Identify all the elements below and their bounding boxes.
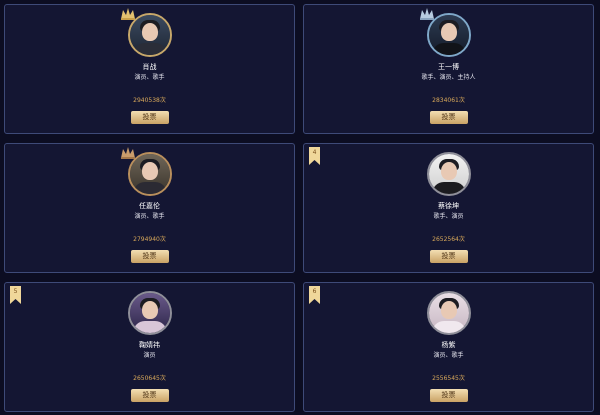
ranking-grid: 肖战 演员、歌手 2940538次 投票 王一博 歌手、演员、主持人 28340… [0,0,600,415]
vote-button[interactable]: 投票 [130,389,169,402]
rank-number: 4 [312,149,317,156]
celebrity-card: 王一博 歌手、演员、主持人 2834061次 投票 [303,4,594,134]
vote-button[interactable]: 投票 [130,250,169,263]
celebrity-name: 王一博 [438,63,459,71]
avatar[interactable] [127,152,172,196]
celebrity-roles: 演员、歌手 [134,74,165,81]
celebrity-name: 鞠婧祎 [139,341,160,349]
celebrity-name: 蔡徐坤 [438,202,459,210]
celebrity-card: 肖战 演员、歌手 2940538次 投票 [4,4,295,134]
vote-button[interactable]: 投票 [429,389,468,402]
avatar[interactable] [426,13,471,57]
avatar[interactable] [426,152,471,196]
vote-count: 2650645次 [133,375,166,382]
rank-number: 5 [13,288,18,295]
vote-button[interactable]: 投票 [429,250,468,263]
celebrity-card: 4 蔡徐坤 歌手、演员 2652564次 投票 [303,143,594,273]
celebrity-card: 6 杨紫 演员、歌手 2556545次 投票 [303,282,594,412]
celebrity-roles: 歌手、演员 [433,213,464,220]
celebrity-roles: 演员 [143,352,156,359]
avatar[interactable] [426,291,471,335]
rank-number: 6 [312,288,317,295]
vote-count: 2940538次 [133,97,166,104]
vote-button[interactable]: 投票 [429,111,468,124]
rank-badge: 6 [309,286,320,304]
vote-count: 2652564次 [432,236,465,243]
vote-count: 2834061次 [432,97,465,104]
rank-badge: 5 [10,286,21,304]
avatar[interactable] [127,291,172,335]
vote-button[interactable]: 投票 [130,111,169,124]
celebrity-roles: 歌手、演员、主持人 [421,74,476,81]
celebrity-name: 任嘉伦 [139,202,160,210]
celebrity-name: 杨紫 [441,341,456,349]
vote-count: 2794940次 [133,236,166,243]
celebrity-roles: 演员、歌手 [433,352,464,359]
avatar[interactable] [127,13,172,57]
celebrity-roles: 演员、歌手 [134,213,165,220]
rank-badge: 4 [309,147,320,165]
vote-count: 2556545次 [432,375,465,382]
celebrity-card: 任嘉伦 演员、歌手 2794940次 投票 [4,143,295,273]
celebrity-card: 5 鞠婧祎 演员 2650645次 投票 [4,282,295,412]
celebrity-name: 肖战 [142,63,157,71]
